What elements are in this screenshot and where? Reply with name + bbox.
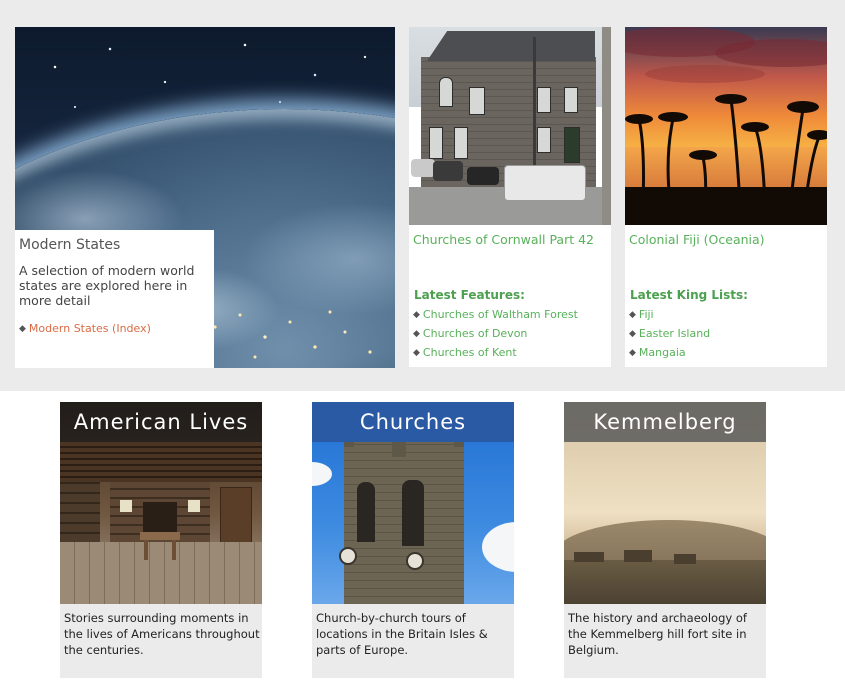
church-window (537, 87, 551, 113)
banner-title[interactable]: Churches (312, 402, 514, 442)
card-churches-of-cornwall: Churches of Cornwall Part 42 Latest Feat… (409, 27, 611, 367)
city-lights (195, 297, 395, 367)
wooden-floor (60, 542, 262, 604)
featured-link-row: ◆ Modern States (Index) (19, 322, 210, 337)
banner-title[interactable]: American Lives (60, 402, 262, 442)
card-description: Stories surrounding moments in the lives… (64, 611, 260, 657)
king-list-link-easter-island[interactable]: Easter Island (639, 327, 710, 340)
church-window (454, 127, 468, 159)
king-list-link-mangaia[interactable]: Mangaia (639, 346, 686, 359)
clock-icon (339, 547, 357, 565)
bullet-icon: ◆ (629, 329, 636, 339)
featured-title[interactable]: Modern States (19, 236, 210, 254)
table-leg (172, 540, 176, 560)
farm-building (624, 550, 652, 562)
car (411, 159, 435, 177)
card-description: The history and archaeology of the Kemme… (568, 611, 747, 657)
church-window (439, 77, 453, 107)
shoreline (625, 187, 827, 225)
church-door (564, 127, 580, 163)
window (188, 500, 200, 512)
feature-link-waltham-forest[interactable]: Churches of Waltham Forest (423, 308, 578, 321)
card-title-link[interactable]: Churches of Cornwall Part 42 (413, 232, 594, 248)
card-kemmelberg[interactable]: Kemmelberg The history and archaeology o… (564, 402, 766, 678)
card-churches[interactable]: Churches Church-by-church tours of locat… (312, 402, 514, 678)
tower-window (402, 480, 424, 546)
list-item: ◆ Churches of Kent (413, 344, 578, 363)
featured-panel: Modern States A selection of modern worl… (15, 230, 214, 368)
bullet-icon: ◆ (629, 310, 636, 320)
latest-king-lists-list: ◆ Fiji ◆ Easter Island ◆ Mangaia (629, 306, 710, 363)
feature-link-devon[interactable]: Churches of Devon (423, 327, 527, 340)
church-window (564, 87, 578, 113)
bullet-icon: ◆ (413, 348, 420, 358)
church-window (469, 87, 485, 115)
latest-features-heading: Latest Features: (414, 288, 525, 302)
car (433, 161, 463, 181)
modern-states-index-link[interactable]: Modern States (Index) (29, 322, 151, 335)
tower-window (357, 482, 375, 542)
window (120, 500, 132, 512)
list-item: ◆ Easter Island (629, 325, 710, 344)
wall (602, 27, 611, 225)
church-window (429, 127, 443, 159)
featured-card-modern-states[interactable]: Modern States A selection of modern worl… (15, 27, 395, 368)
car (467, 167, 499, 185)
feature-link-kent[interactable]: Churches of Kent (423, 346, 517, 359)
card-description: Church-by-church tours of locations in t… (316, 611, 488, 657)
church-tower-image[interactable]: Churches (312, 402, 514, 604)
cornwall-church-image[interactable] (409, 27, 611, 225)
fiji-sunset-image[interactable] (625, 27, 827, 225)
card-colonial-fiji: Colonial Fiji (Oceania) Latest King List… (625, 27, 827, 367)
list-item: ◆ Churches of Devon (413, 325, 578, 344)
bullet-icon: ◆ (413, 329, 420, 339)
card-title-link[interactable]: Colonial Fiji (Oceania) (629, 232, 765, 248)
card-american-lives[interactable]: American Lives Stories surrounding momen… (60, 402, 262, 678)
latest-features-list: ◆ Churches of Waltham Forest ◆ Churches of… (413, 306, 578, 363)
bullet-icon: ◆ (413, 310, 420, 320)
table (140, 532, 180, 540)
farm-building (674, 554, 696, 564)
bullet-icon: ◆ (19, 324, 26, 334)
field (564, 560, 766, 604)
latest-king-lists-heading: Latest King Lists: (630, 288, 748, 302)
bullet-icon: ◆ (629, 348, 636, 358)
banner-title[interactable]: Kemmelberg (564, 402, 766, 442)
king-list-link-fiji[interactable]: Fiji (639, 308, 654, 321)
kemmelberg-landscape-image[interactable]: Kemmelberg (564, 402, 766, 604)
table-leg (144, 540, 148, 560)
list-item: ◆ Fiji (629, 306, 710, 325)
list-item: ◆ Mangaia (629, 344, 710, 363)
clock-icon (406, 552, 424, 570)
featured-description: A selection of modern world states are e… (19, 263, 195, 308)
farm-building (574, 552, 604, 562)
church-window (537, 127, 551, 153)
church-roof (427, 31, 595, 61)
list-item: ◆ Churches of Waltham Forest (413, 306, 578, 325)
cabin-interior-image[interactable]: American Lives (60, 402, 262, 604)
white-van (504, 165, 586, 201)
ceiling-beams (60, 442, 262, 482)
